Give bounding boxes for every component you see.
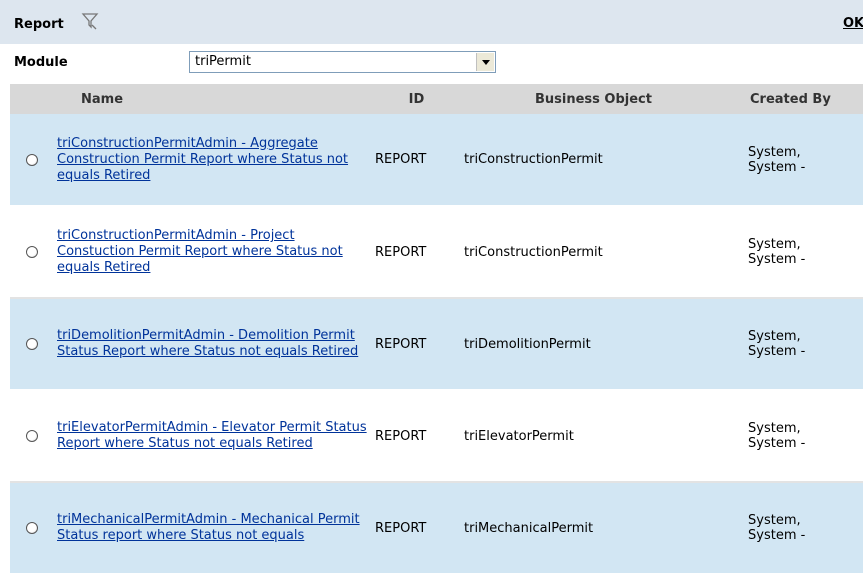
- row-radio[interactable]: [26, 338, 38, 350]
- select-column-header: [10, 84, 54, 114]
- created-by-text: System, System -: [748, 144, 806, 175]
- name-cell: triElevatorPermitAdmin - Elevator Permit…: [54, 390, 372, 483]
- created-by-cell: System, System -: [726, 114, 863, 207]
- radio-cell: [10, 114, 54, 207]
- created-by-cell: System, System -: [726, 298, 863, 391]
- module-select-value: triPermit: [195, 54, 251, 69]
- report-name-link[interactable]: triDemolitionPermitAdmin - Demolition Pe…: [57, 326, 369, 362]
- report-name-link[interactable]: triElevatorPermitAdmin - Elevator Permit…: [57, 418, 369, 454]
- table-row: triMechanicalPermitAdmin - Mechanical Pe…: [10, 482, 863, 575]
- report-name-link[interactable]: triMechanicalPermitAdmin - Mechanical Pe…: [57, 510, 369, 546]
- table-row: triConstructionPermitAdmin - Aggregate C…: [10, 114, 863, 207]
- row-radio[interactable]: [26, 430, 38, 442]
- business-object-cell: triConstructionPermit: [461, 114, 726, 207]
- table-header-row: Name ID Business Object Created By: [10, 84, 863, 114]
- business-object-cell: triDemolitionPermit: [461, 298, 726, 391]
- id-cell: REPORT: [372, 114, 461, 207]
- column-header-name[interactable]: Name: [54, 84, 372, 114]
- radio-cell: [10, 298, 54, 391]
- id-cell: REPORT: [372, 206, 461, 299]
- ok-link[interactable]: OK: [843, 16, 863, 31]
- radio-cell: [10, 206, 54, 299]
- module-select[interactable]: triPermit: [189, 51, 496, 73]
- report-name-link[interactable]: triConstructionPermitAdmin - Project Con…: [57, 226, 369, 278]
- business-object-cell: triElevatorPermit: [461, 390, 726, 483]
- id-cell: REPORT: [372, 298, 461, 391]
- created-by-text: System, System -: [748, 513, 806, 543]
- created-by-cell: System, System -: [726, 390, 863, 483]
- column-header-id[interactable]: ID: [372, 84, 461, 114]
- report-table: Name ID Business Object Created By triCo…: [10, 84, 863, 575]
- radio-cell: [10, 482, 54, 575]
- report-header: Report OK: [0, 0, 863, 44]
- created-by-cell: System, System -: [726, 482, 863, 575]
- id-cell: REPORT: [372, 390, 461, 483]
- name-cell: triConstructionPermitAdmin - Aggregate C…: [54, 114, 372, 207]
- radio-cell: [10, 390, 54, 483]
- dropdown-button[interactable]: [476, 53, 494, 71]
- table-row: triElevatorPermitAdmin - Elevator Permit…: [10, 390, 863, 483]
- name-cell: triConstructionPermitAdmin - Project Con…: [54, 206, 372, 299]
- column-header-business-object[interactable]: Business Object: [461, 84, 726, 114]
- name-cell: triDemolitionPermitAdmin - Demolition Pe…: [54, 298, 372, 391]
- table-row: triConstructionPermitAdmin - Project Con…: [10, 206, 863, 299]
- row-radio[interactable]: [26, 246, 38, 258]
- created-by-cell: System, System -: [726, 206, 863, 299]
- name-cell: triMechanicalPermitAdmin - Mechanical Pe…: [54, 482, 372, 575]
- filter-icon[interactable]: [81, 11, 99, 31]
- id-cell: REPORT: [372, 482, 461, 575]
- created-by-text: System, System -: [748, 237, 806, 267]
- report-name-link[interactable]: triConstructionPermitAdmin - Aggregate C…: [57, 134, 369, 186]
- row-radio[interactable]: [26, 153, 38, 166]
- business-object-cell: triConstructionPermit: [461, 206, 726, 299]
- business-object-cell: triMechanicalPermit: [461, 482, 726, 575]
- created-by-text: System, System -: [748, 421, 806, 451]
- module-label: Module: [14, 55, 68, 70]
- page-title: Report: [14, 17, 64, 32]
- row-radio[interactable]: [26, 522, 38, 534]
- column-header-created-by[interactable]: Created By: [726, 84, 863, 114]
- chevron-down-icon: [481, 59, 490, 65]
- table-row: triDemolitionPermitAdmin - Demolition Pe…: [10, 298, 863, 391]
- created-by-text: System, System -: [748, 329, 806, 359]
